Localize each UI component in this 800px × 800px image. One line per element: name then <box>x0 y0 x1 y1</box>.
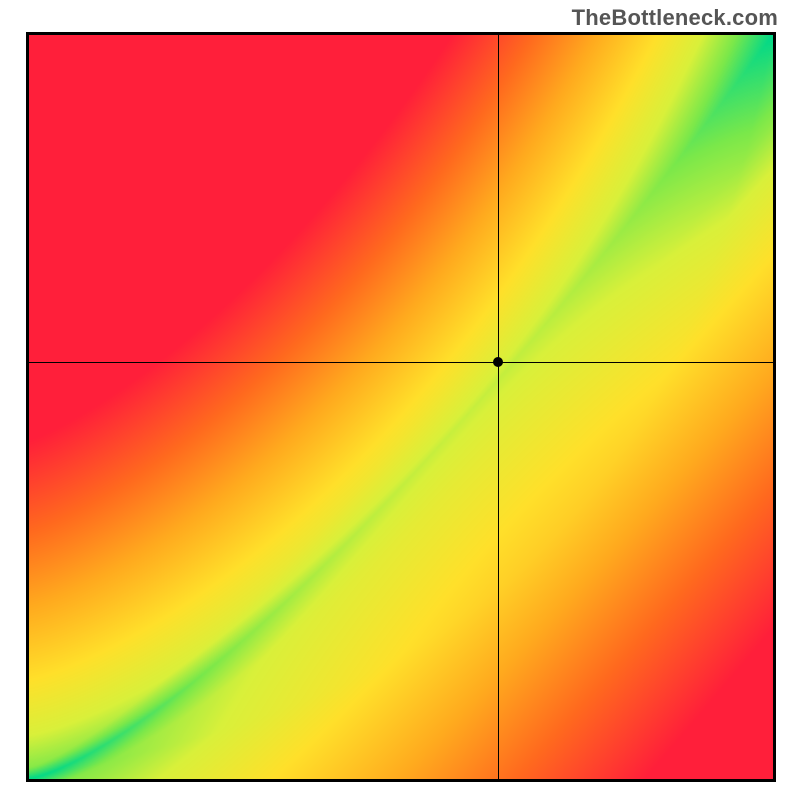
bottleneck-heatmap <box>29 35 773 779</box>
crosshair-vertical <box>498 35 499 779</box>
plot-frame <box>26 32 776 782</box>
data-point-marker <box>493 357 503 367</box>
watermark-text: TheBottleneck.com <box>572 5 778 31</box>
chart-container: TheBottleneck.com <box>0 0 800 800</box>
crosshair-horizontal <box>29 362 773 363</box>
